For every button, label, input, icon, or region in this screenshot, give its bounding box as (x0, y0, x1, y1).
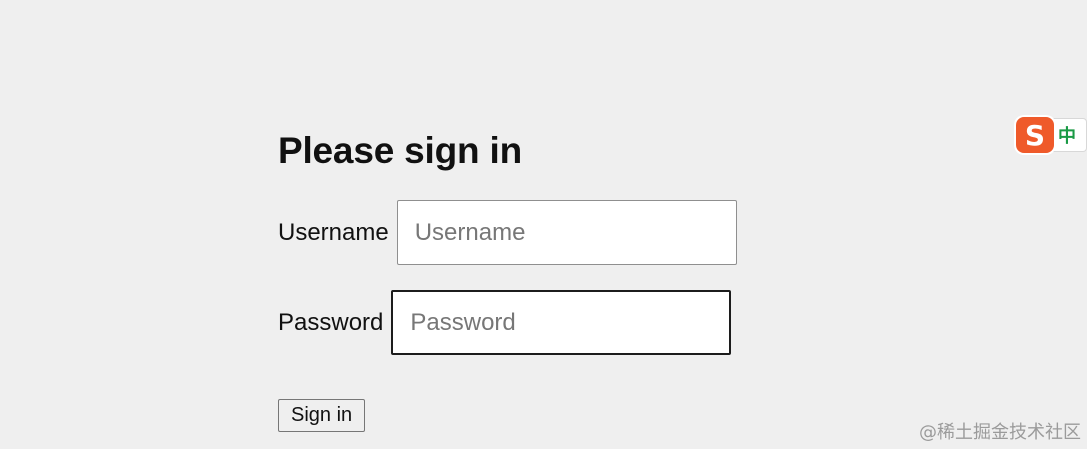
sign-in-form: Please sign in Username Username Passwor… (278, 124, 737, 432)
sogou-logo-icon[interactable]: S (1016, 117, 1054, 153)
username-placeholder: Username (414, 218, 526, 246)
username-input[interactable]: Username (396, 200, 737, 265)
password-placeholder: Password (410, 308, 516, 336)
password-input[interactable]: Password (391, 290, 732, 355)
username-row: Username Username (278, 200, 737, 265)
sign-in-button[interactable]: Sign in (278, 399, 366, 432)
username-label: Username (278, 218, 389, 246)
password-row: Password Password (278, 290, 732, 355)
ime-toolbar[interactable]: S 中 (1016, 116, 1087, 154)
watermark: @稀土掘金技术社区 (919, 422, 1081, 443)
password-label: Password (278, 308, 384, 336)
page-title: Please sign in (278, 130, 522, 171)
